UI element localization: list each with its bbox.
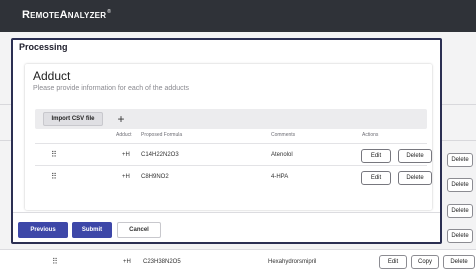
table-row: ⠿ +H C14H22N2O3 Atenolol Edit Delete [35,143,432,165]
brand-mark: ® [107,9,112,16]
background-delete-button[interactable]: Delete [447,229,473,243]
edit-button[interactable]: Edit [361,171,391,185]
formula-cell: C14H22N2O3 [141,152,179,158]
delete-button[interactable]: Delete [398,171,432,185]
drag-handle-icon[interactable]: ⠿ [52,257,58,266]
cancel-button[interactable]: Cancel [117,222,161,238]
add-row-button[interactable]: + [113,111,129,127]
background-delete-button[interactable]: Delete [447,153,473,167]
copy-button[interactable]: Copy [411,255,439,269]
comment-cell: 4-HPA [271,174,289,180]
drag-handle-icon[interactable]: ⠿ [51,172,57,181]
comment-cell: Atenolol [271,152,293,158]
column-header-formula: Proposed Formula [141,132,183,138]
column-header-comments: Comments [271,132,296,138]
edit-button[interactable]: Edit [379,255,407,269]
dialog-title: Processing [19,42,68,52]
comment-cell: Hexahydrorsmipril [268,259,317,265]
background-delete-button[interactable]: Delete [447,178,473,192]
background-table-row: ⠿ +H C23H38N2O5 Hexahydrorsmipril Edit C… [0,249,476,273]
footer-divider [13,212,440,213]
app-logo[interactable]: RemoteAnalyzer® [22,9,111,21]
column-header-adduct: Adduct [116,132,132,138]
adduct-card: Adduct Please provide information for ea… [25,64,432,210]
submit-button[interactable]: Submit [72,222,112,238]
delete-button[interactable]: Delete [443,255,475,269]
card-title: Adduct [33,69,71,83]
formula-cell: C23H38N2O5 [143,259,181,265]
adduct-cell: +H [123,259,131,265]
plus-icon: + [117,112,125,126]
table-toolbar: Import CSV file + [35,109,427,129]
drag-handle-icon[interactable]: ⠿ [51,150,57,159]
brand-name: RemoteAnalyzer [22,9,107,21]
adduct-cell: +H [122,174,130,180]
import-csv-button[interactable]: Import CSV file [43,112,103,126]
delete-button[interactable]: Delete [398,149,432,163]
previous-button[interactable]: Previous [18,222,68,238]
formula-cell: C8H9NO2 [141,174,169,180]
table-header: Adduct Proposed Formula Comments Actions [35,130,427,142]
table-row: ⠿ +H C8H9NO2 4-HPA Edit Delete [35,165,432,187]
processing-dialog: Processing Adduct Please provide informa… [11,38,442,244]
adduct-cell: +H [122,152,130,158]
app-header: RemoteAnalyzer® [0,0,476,32]
background-delete-button[interactable]: Delete [447,204,473,218]
edit-button[interactable]: Edit [361,149,391,163]
card-subtitle: Please provide information for each of t… [33,85,190,92]
column-header-actions: Actions [362,132,379,138]
